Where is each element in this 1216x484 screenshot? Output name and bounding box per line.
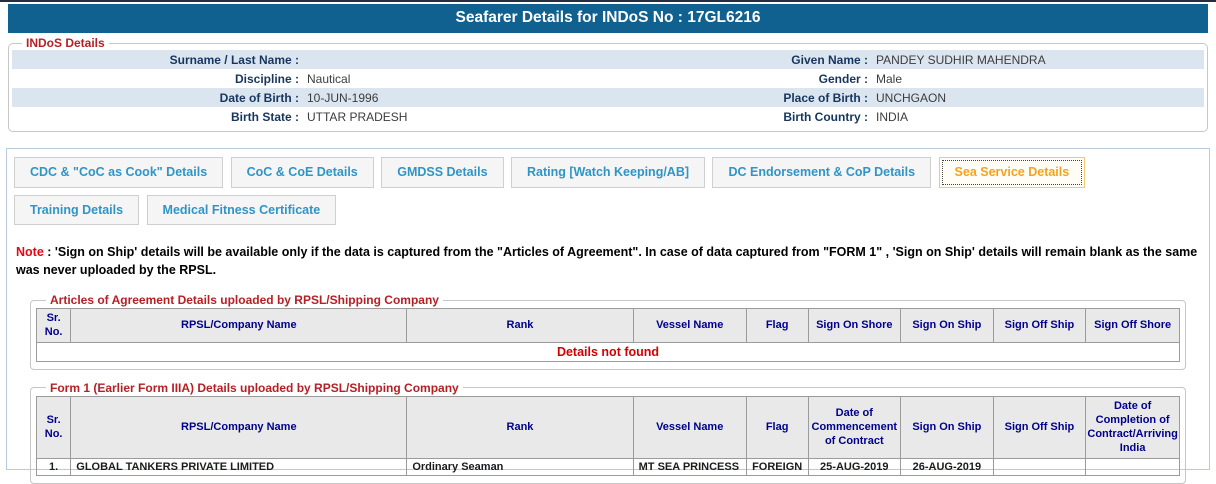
tab-training[interactable]: Training Details [14,194,140,225]
note-body: 'Sign on Ship' details will be available… [16,245,1198,277]
tab-sea-service[interactable]: Sea Service Details [938,157,1086,188]
given-name-label: Given Name : [791,52,868,67]
form1-col-rank: Rank [406,395,634,459]
birth-country-label: Birth Country : [783,109,868,124]
articles-legend: Articles of Agreement Details uploaded b… [50,293,439,307]
form1-cell-flag: FOREIGN [745,457,809,476]
form1-col-sr-no: Sr. No. [35,395,72,459]
form1-legend: Form 1 (Earlier Form IIIA) Details uploa… [50,380,459,395]
form1-data-row: 1. GLOBAL TANKERS PRIVATE LIMITED Ordina… [35,457,1180,476]
articles-table: Sr. No. RPSL/Company Name Rank Vessel Na… [35,308,1180,362]
details-panel: CDC & "CoC as Cook" Details CoC & CoE De… [6,148,1210,484]
articles-col-sign-off-shore: Sign Off Shore [1085,308,1180,343]
seafarer-details-page: Seafarer Details for INDoS No : 17GL6216… [0,0,1216,484]
details-not-found-message: Details not found [36,341,1180,362]
articles-col-company: RPSL/Company Name [70,308,408,343]
discipline-label: Discipline : [234,71,299,86]
info-row-discipline-gender: Discipline : Nautical Gender : Male [12,69,1204,88]
gender-label: Gender : [818,71,868,86]
birth-country-value: INDIA [876,109,909,124]
form1-col-sign-off-ship: Sign Off Ship [992,395,1087,459]
note-colon: : [43,245,55,259]
surname-label: Surname / Last Name : [169,52,299,67]
tab-coc-coe[interactable]: CoC & CoE Details [230,157,374,188]
articles-col-sign-on-ship: Sign On Ship [900,308,994,343]
details-tab-bar: CDC & "CoC as Cook" Details CoC & CoE De… [14,157,1202,232]
tab-medical-fitness[interactable]: Medical Fitness Certificate [146,194,337,225]
info-row-name: Surname / Last Name : Given Name : PANDE… [12,50,1204,69]
tab-dc-endorsement-cop[interactable]: DC Endorsement & CoP Details [712,157,932,188]
articles-of-agreement-section: Articles of Agreement Details uploaded b… [30,293,1186,370]
articles-header-row: Sr. No. RPSL/Company Name Rank Vessel Na… [35,308,1180,343]
date-of-birth-label: Date of Birth : [219,90,299,105]
page-title: Seafarer Details for INDoS No : 17GL6216 [8,4,1208,33]
form1-section: Form 1 (Earlier Form IIIA) Details uploa… [30,380,1186,484]
form1-cell-company: GLOBAL TANKERS PRIVATE LIMITED [70,457,408,476]
birth-state-label: Birth State : [230,109,299,124]
place-of-birth-value: UNCHGAON [876,90,947,105]
articles-empty-row: Details not found [36,341,1180,362]
form1-cell-rank: Ordinary Seaman [406,457,634,476]
gender-value: Male [876,71,903,86]
sign-on-ship-note: Note : 'Sign on Ship' details will be av… [16,244,1200,279]
form1-cell-sign-on-ship: 26-AUG-2019 [900,457,994,476]
place-of-birth-label: Place of Birth : [783,90,868,105]
form1-col-vessel: Vessel Name [632,395,747,459]
note-label: Note [16,245,44,259]
form1-col-completion-date: Date of Completion of Contract/Arriving … [1085,395,1180,459]
discipline-value: Nautical [307,71,351,86]
indos-details-section: INDoS Details Surname / Last Name : Give… [8,36,1208,132]
articles-col-rank: Rank [406,308,634,343]
form1-col-company: RPSL/Company Name [70,395,408,459]
tab-gmdss[interactable]: GMDSS Details [381,157,504,188]
info-row-birth-state-country: Birth State : UTTAR PRADESH Birth Countr… [12,107,1204,126]
birth-state-value: UTTAR PRADESH [307,109,408,124]
form1-col-sign-on-ship: Sign On Ship [900,395,994,459]
form1-cell-commencement-date: 25-AUG-2019 [807,457,902,476]
articles-col-vessel: Vessel Name [632,308,747,343]
articles-col-sign-on-shore: Sign On Shore [807,308,902,343]
form1-col-flag: Flag [745,395,809,459]
form1-cell-vessel: MT SEA PRINCESS [632,457,747,476]
tab-cdc-coc-as-cook[interactable]: CDC & "CoC as Cook" Details [14,157,224,188]
top-border-line [0,0,1216,2]
form1-cell-sign-off-ship [992,457,1087,476]
articles-col-sr-no: Sr. No. [35,308,72,343]
form1-table: Sr. No. RPSL/Company Name Rank Vessel Na… [35,395,1180,476]
form1-cell-sr-no: 1. [35,457,72,476]
date-of-birth-value: 10-JUN-1996 [307,90,379,105]
articles-col-flag: Flag [745,308,809,343]
form1-col-commencement-date: Date of Commencement of Contract [807,395,902,459]
indos-details-legend: INDoS Details [26,36,105,50]
articles-col-sign-off-ship: Sign Off Ship [992,308,1087,343]
info-row-birth-date-place: Date of Birth : 10-JUN-1996 Place of Bir… [12,88,1204,107]
form1-header-row: Sr. No. RPSL/Company Name Rank Vessel Na… [35,395,1180,459]
tab-rating-watch-keeping[interactable]: Rating [Watch Keeping/AB] [510,157,706,188]
form1-cell-completion-date [1085,457,1180,476]
given-name-value: PANDEY SUDHIR MAHENDRA [876,52,1046,67]
